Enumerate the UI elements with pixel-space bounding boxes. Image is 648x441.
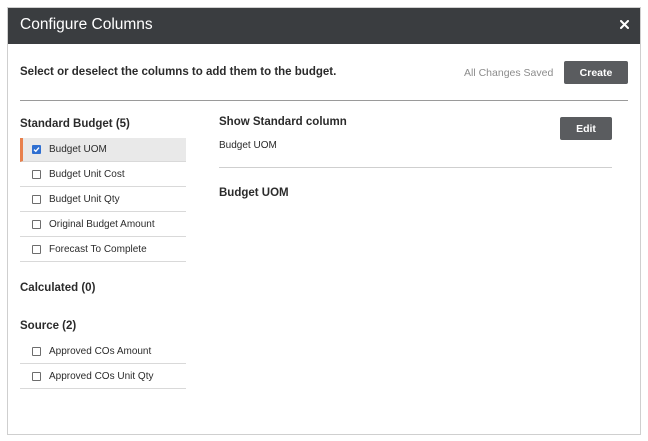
detail-heading: Budget UOM: [219, 187, 289, 199]
column-item-label: Original Budget Amount: [49, 219, 155, 230]
column-item-budget-uom[interactable]: Budget UOM: [20, 138, 186, 162]
column-item-forecast-to-complete[interactable]: Forecast To Complete: [20, 238, 186, 262]
column-item-original-budget-amount[interactable]: Original Budget Amount: [20, 213, 186, 237]
column-item-label: Forecast To Complete: [49, 244, 147, 255]
column-item-label: Budget Unit Cost: [49, 169, 125, 180]
checkbox[interactable]: [32, 145, 41, 154]
column-item-label: Approved COs Amount: [49, 346, 152, 357]
section-title-source: Source (2): [20, 320, 77, 332]
checkbox[interactable]: [32, 220, 41, 229]
edit-button[interactable]: Edit: [560, 117, 612, 140]
column-item-label: Budget UOM: [49, 144, 107, 155]
show-standard-column-title: Show Standard column: [219, 116, 347, 128]
show-standard-column-value: Budget UOM: [219, 140, 277, 151]
create-button[interactable]: Create: [564, 61, 628, 84]
checkbox[interactable]: [32, 195, 41, 204]
section-title-calculated: Calculated (0): [20, 282, 96, 294]
checkbox[interactable]: [32, 245, 41, 254]
modal-title: Configure Columns: [20, 16, 153, 33]
column-item-budget-unit-qty[interactable]: Budget Unit Qty: [20, 188, 186, 212]
save-status: All Changes Saved: [464, 67, 554, 79]
modal-header: Configure Columns: [8, 8, 640, 44]
close-icon[interactable]: [616, 16, 632, 32]
column-item-budget-unit-cost[interactable]: Budget Unit Cost: [20, 163, 186, 187]
checkbox[interactable]: [32, 170, 41, 179]
instruction-text: Select or deselect the columns to add th…: [20, 66, 337, 78]
detail-divider: [219, 167, 612, 168]
column-item-approved-cos-unit-qty[interactable]: Approved COs Unit Qty: [20, 365, 186, 389]
checkbox[interactable]: [32, 347, 41, 356]
configure-columns-modal: Configure Columns Select or deselect the…: [7, 7, 641, 435]
section-title-standard: Standard Budget (5): [20, 118, 130, 130]
column-item-approved-cos-amount[interactable]: Approved COs Amount: [20, 340, 186, 364]
checkbox[interactable]: [32, 372, 41, 381]
column-item-label: Budget Unit Qty: [49, 194, 120, 205]
header-divider: [20, 100, 628, 101]
column-item-label: Approved COs Unit Qty: [49, 371, 154, 382]
